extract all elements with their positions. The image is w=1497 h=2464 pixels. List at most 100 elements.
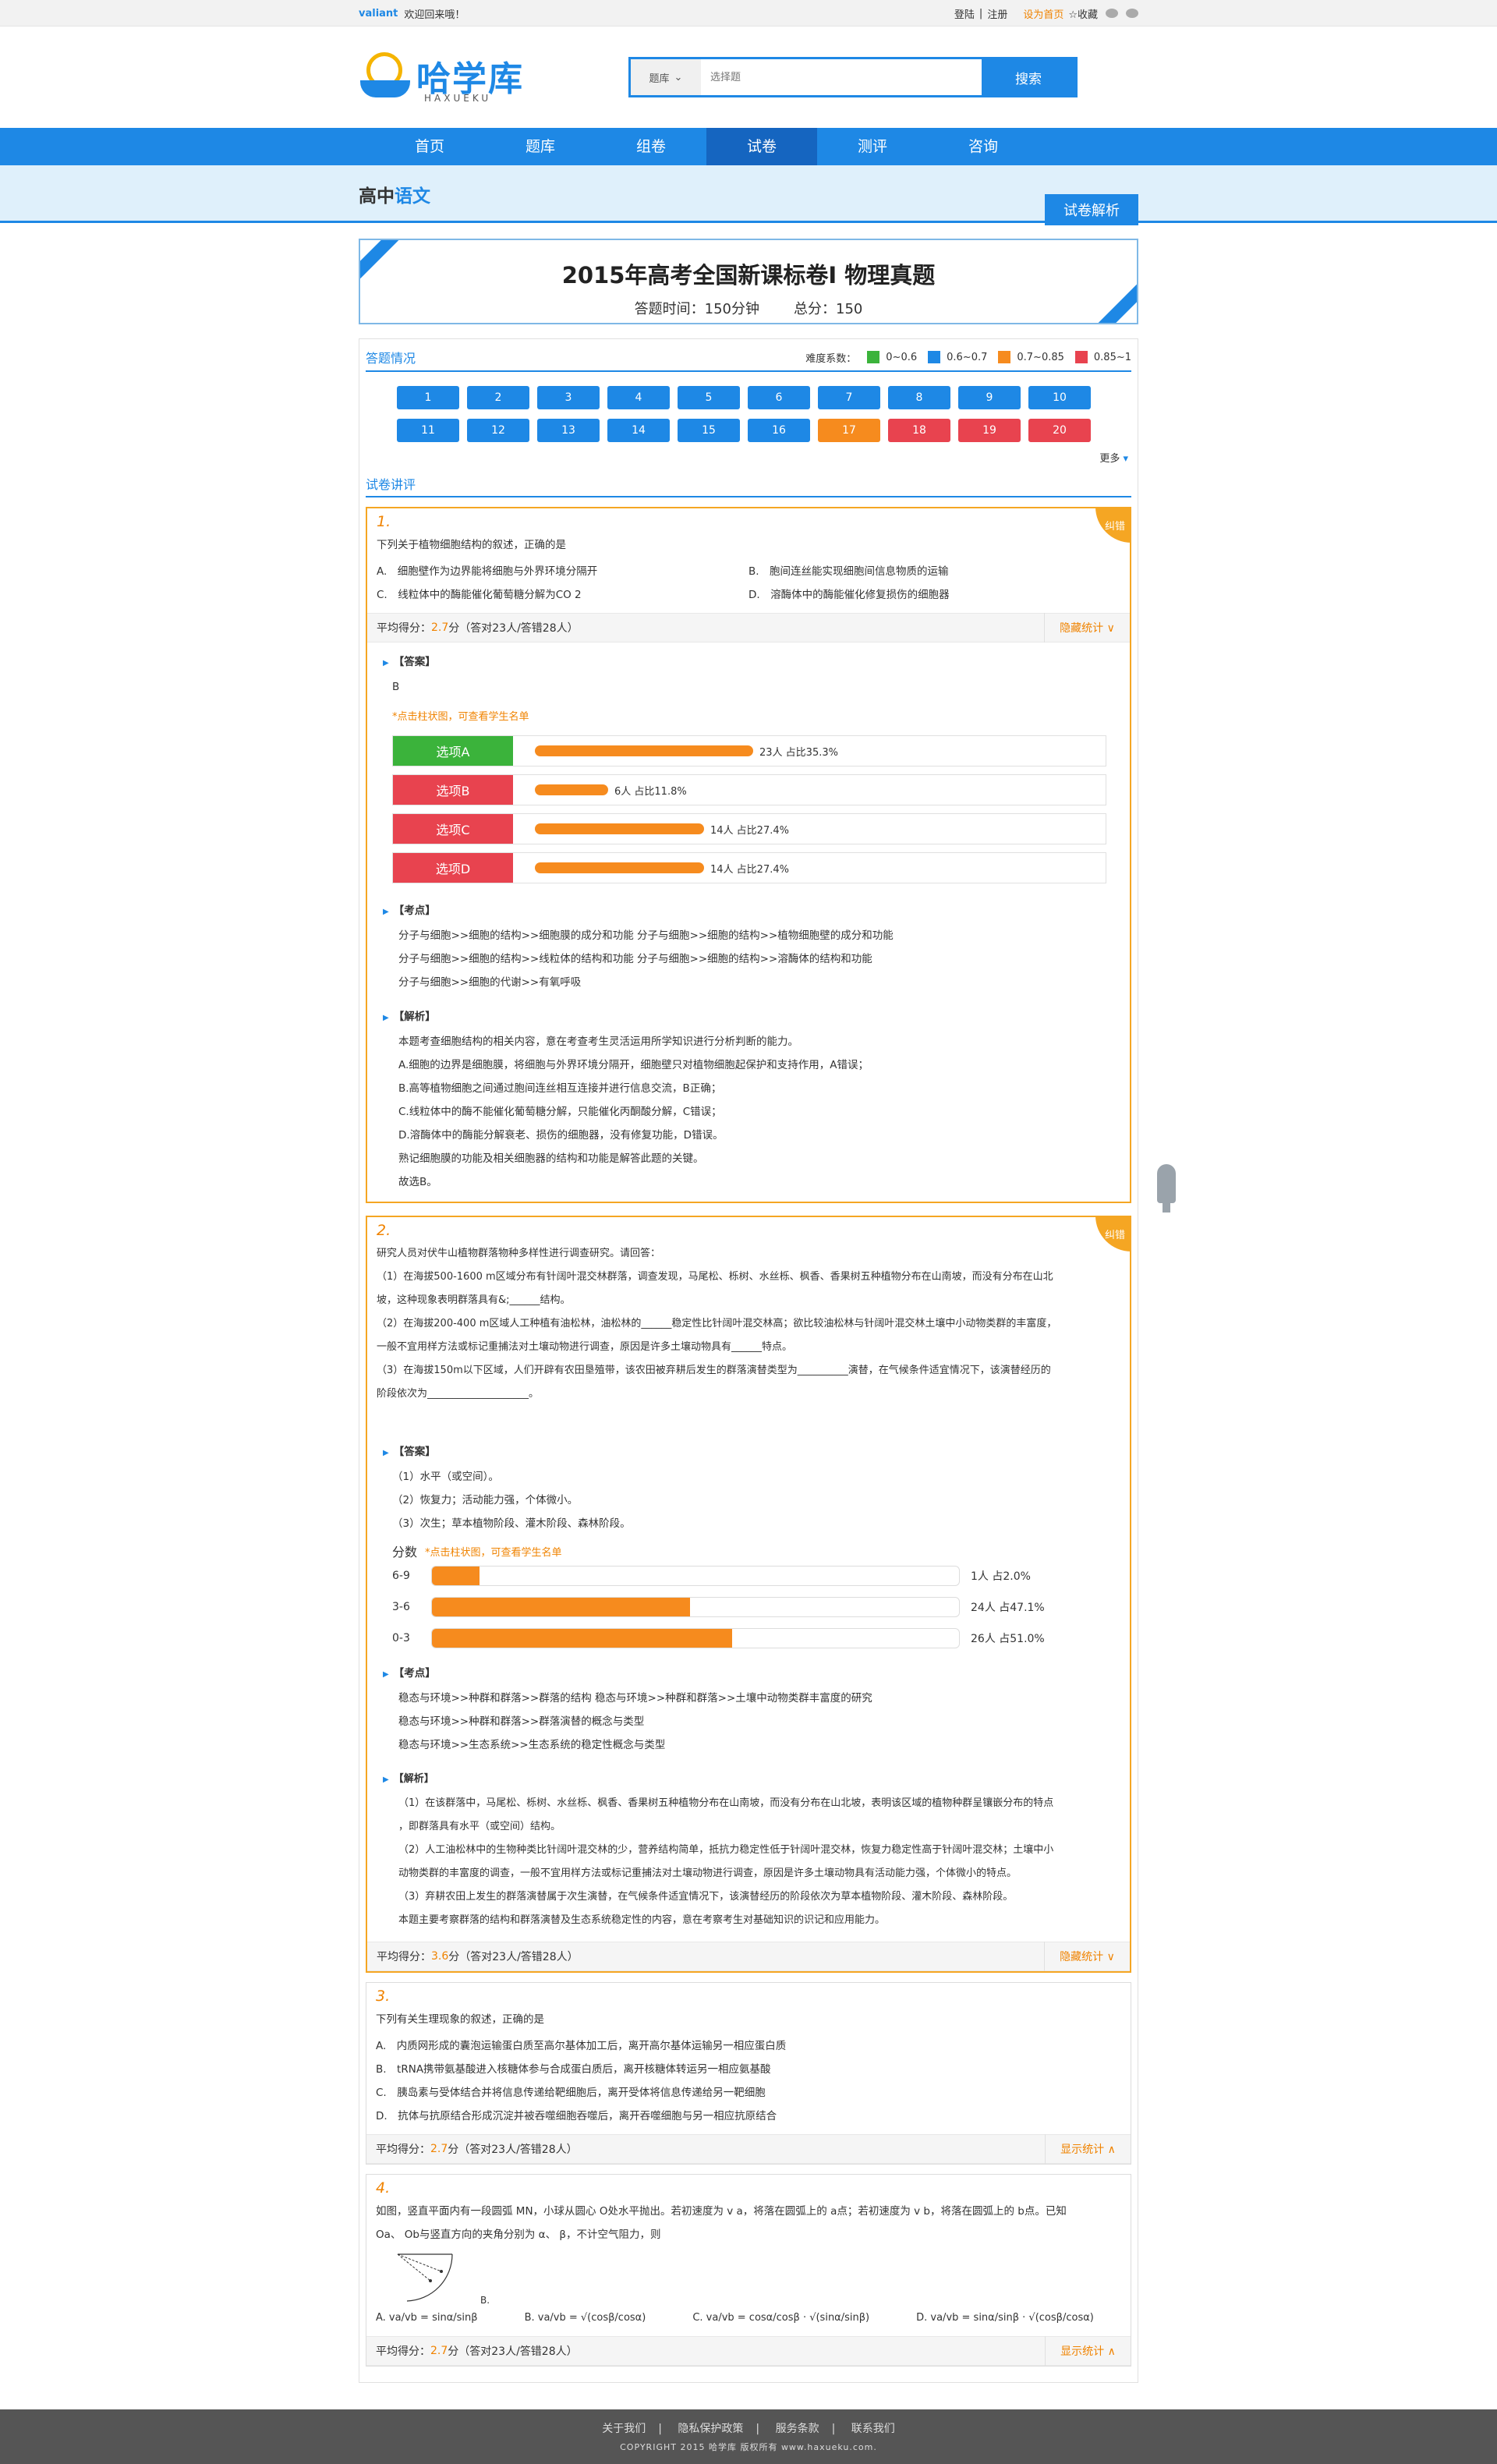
question-number-button[interactable]: 15 xyxy=(678,419,740,442)
toggle-stats-button[interactable]: 显示统计 ∧ xyxy=(1045,2134,1131,2164)
nav-papers[interactable]: 试卷 xyxy=(706,128,817,165)
analysis-line: （2）人工油松林中的生物种类比针阔叶混交林的少，营养结构简单，抵抗力稳定性低于针… xyxy=(398,1844,1054,1856)
back-to-top-rocket-icon[interactable] xyxy=(1157,1164,1176,1213)
footer-terms-link[interactable]: 服务条款 xyxy=(776,2423,819,2435)
footer: 关于我们 | 隐私保护政策 | 服务条款 | 联系我们 COPYRIGHT 2015 … xyxy=(0,2409,1497,2464)
option-d: D. 溶酶体中的酶能催化修复损伤的细胞器 xyxy=(748,589,950,601)
question-number-button[interactable]: 17 xyxy=(818,419,880,442)
question-number-button[interactable]: 19 xyxy=(958,419,1021,442)
score-fill xyxy=(432,1567,480,1585)
question-number-button[interactable]: 14 xyxy=(607,419,670,442)
question-stem: 如图，竖直平面内有一段圆弧 MN，小球从圆心 O处水平抛出。若初速度为 v a，… xyxy=(366,2197,1131,2250)
footer-about-link[interactable]: 关于我们 xyxy=(602,2423,646,2435)
option-stat-value: 14人 占比27.4% xyxy=(710,824,789,837)
option-stat-value: 6人 占比11.8% xyxy=(614,785,687,798)
nav-compose[interactable]: 组卷 xyxy=(596,128,706,165)
question-number-button[interactable]: 8 xyxy=(888,386,950,409)
overview-label: 答题情况 xyxy=(366,351,416,366)
favorite-link[interactable]: ☆收藏 xyxy=(1068,6,1098,21)
nav-assessment[interactable]: 测评 xyxy=(817,128,928,165)
question-number-button[interactable]: 9 xyxy=(958,386,1021,409)
search-category-select[interactable]: 题库 ⌄ xyxy=(631,59,701,95)
analysis-block: 【解析】 （1）在该群落中，马尾松、栎树、水丝栎、枫香、香果树五种植物分布在山南… xyxy=(367,1760,1130,1935)
answer-block: 【答案】 B xyxy=(367,643,1130,702)
question-number-button[interactable]: 1 xyxy=(397,386,459,409)
avg-score: 2.7 xyxy=(430,2143,448,2155)
logo[interactable]: 哈学库 HAXUEKU xyxy=(359,46,538,108)
question-number-button[interactable]: 2 xyxy=(467,386,529,409)
analysis-line: 熟记细胞膜的功能及相关细胞器的结构和功能是解答此题的关键。 xyxy=(398,1152,704,1165)
question-options: A. 细胞壁作为边界能将细胞与外界环境分隔开 B. 胞间连丝能实现细胞间信息物质… xyxy=(367,560,1130,607)
option-stat-row[interactable]: 选项C 14人 占比27.4% xyxy=(392,813,1106,844)
legend-title: 难度系数： xyxy=(805,352,857,365)
option-stat-bar[interactable] xyxy=(535,823,704,834)
score-row[interactable]: 6-9 1人 占2.0% xyxy=(392,1560,1106,1591)
score-fill xyxy=(432,1598,691,1616)
legend-item: 0.85~1 xyxy=(1093,351,1131,363)
question-stem: 研究人员对伏牛山植物群落物种多样性进行调查研究。请回答： （1）在海拔500-1… xyxy=(367,1239,1130,1409)
option-stat-row[interactable]: 选项A 23人 占比35.3% xyxy=(392,735,1106,766)
question-number-button[interactable]: 18 xyxy=(888,419,950,442)
weibo-icon[interactable] xyxy=(1106,9,1118,18)
question-number-button[interactable]: 16 xyxy=(748,419,810,442)
score-row[interactable]: 0-3 26人 占51.0% xyxy=(392,1623,1106,1654)
score-row[interactable]: 3-6 24人 占47.1% xyxy=(392,1591,1106,1623)
welcome-text: 欢迎回来哦！ xyxy=(404,9,465,21)
legend-swatch xyxy=(928,351,941,363)
search-box: 题库 ⌄ 搜索 xyxy=(628,57,1078,97)
footer-contact-link[interactable]: 联系我们 xyxy=(851,2423,895,2435)
nav-question-bank[interactable]: 题库 xyxy=(485,128,596,165)
footer-privacy-link[interactable]: 隐私保护政策 xyxy=(678,2423,743,2435)
knowledge-point: 分子与细胞>>细胞的代谢>>有氧呼吸 xyxy=(398,976,582,989)
option-stat-bar[interactable] xyxy=(535,745,753,756)
avg-detail: 分（答对23人/答错28人） xyxy=(448,2345,578,2358)
wechat-icon[interactable] xyxy=(1126,9,1138,18)
avg-label: 平均得分： xyxy=(377,1951,431,1963)
stem-line: （2）在海拔200-400 m区域人工种植有油松林，油松林的______稳定性比… xyxy=(377,1318,1057,1329)
login-link[interactable]: 登陆 xyxy=(954,6,975,21)
question-number-grid: 1 2 3 4 5 6 7 8 9 10 11 12 13 14 15 16 1… xyxy=(386,386,1111,442)
question-number-button[interactable]: 4 xyxy=(607,386,670,409)
score-track[interactable] xyxy=(431,1566,960,1586)
question-number-button[interactable]: 10 xyxy=(1028,386,1091,409)
separator: | xyxy=(979,7,983,19)
nav-consult[interactable]: 咨询 xyxy=(928,128,1039,165)
question-number-button[interactable]: 12 xyxy=(467,419,529,442)
toggle-stats-button[interactable]: 隐藏统计 ∨ xyxy=(1044,613,1130,643)
lecture-label: 试卷讲评 xyxy=(366,477,416,492)
footer-separator: | xyxy=(756,2423,760,2435)
avg-score: 3.6 xyxy=(431,1950,449,1963)
question-number-button[interactable]: 7 xyxy=(818,386,880,409)
nav-home[interactable]: 首页 xyxy=(374,128,485,165)
set-home-link[interactable]: 设为首页 xyxy=(1023,6,1063,21)
score-track[interactable] xyxy=(431,1597,960,1617)
question-number-button[interactable]: 11 xyxy=(397,419,459,442)
knowledge-point: 分子与细胞>>细胞的结构>>线粒体的结构和功能 分子与细胞>>细胞的结构>>溶酶… xyxy=(398,953,872,965)
toggle-stats-button[interactable]: 隐藏统计 ∨ xyxy=(1044,1942,1130,1971)
search-input[interactable] xyxy=(701,59,982,95)
question-number-button[interactable]: 6 xyxy=(748,386,810,409)
legend-swatch xyxy=(1074,351,1088,363)
option-d: D. va/vb = sinα/sinβ · √(cosβ/cosα) xyxy=(916,2312,1094,2324)
score-track[interactable] xyxy=(431,1628,960,1648)
username[interactable]: valiant xyxy=(359,8,398,19)
toggle-stats-button[interactable]: 显示统计 ∧ xyxy=(1045,2336,1131,2366)
option-stat-bar[interactable] xyxy=(535,862,704,873)
question-number-button[interactable]: 20 xyxy=(1028,419,1091,442)
analysis-line: A.细胞的边界是细胞膜，将细胞与外界环境分隔开，细胞壁只对植物细胞起保护和支持作… xyxy=(398,1059,869,1071)
content-panel: 答题情况 难度系数： 0~0.6 0.6~0.7 0.7~0.85 0.85~1… xyxy=(359,338,1138,2383)
tab-paper-analysis[interactable]: 试卷解析 xyxy=(1045,194,1138,225)
stem-line: （1）在海拔500-1600 m区域分布有针阔叶混交林群落，调查发现，马尾松、栎… xyxy=(377,1271,1053,1283)
register-link[interactable]: 注册 xyxy=(987,6,1007,21)
more-link[interactable]: 更多 ▾ xyxy=(366,450,1131,465)
search-button[interactable]: 搜索 xyxy=(982,59,1075,95)
option-stat-bar[interactable] xyxy=(535,784,608,795)
analysis-line: C.线粒体中的酶不能催化葡萄糖分解，只能催化丙酮酸分解，C错误； xyxy=(398,1106,722,1118)
avg-detail: 分（答对23人/答错28人） xyxy=(448,2144,578,2156)
option-stat-row[interactable]: 选项B 6人 占比11.8% xyxy=(392,774,1106,805)
option-stat-row[interactable]: 选项D 14人 占比27.4% xyxy=(392,852,1106,883)
question-number-button[interactable]: 5 xyxy=(678,386,740,409)
question-number-button[interactable]: 13 xyxy=(537,419,600,442)
average-score-bar: 平均得分： 2.7 分（答对23人/答错28人） 显示统计 ∧ xyxy=(366,2134,1131,2164)
question-number-button[interactable]: 3 xyxy=(537,386,600,409)
